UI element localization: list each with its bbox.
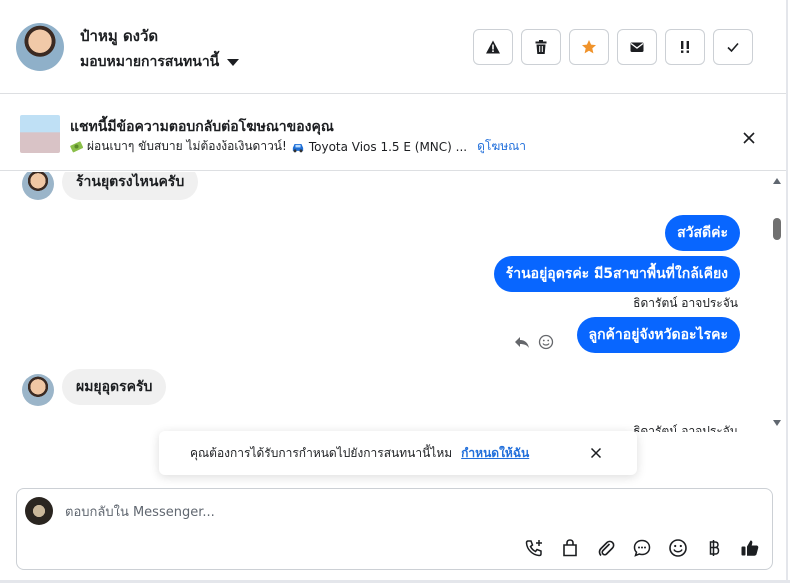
contact-avatar-small [22, 172, 54, 200]
header-actions [473, 29, 753, 65]
caret-down-icon [227, 58, 240, 66]
reply-button[interactable] [513, 333, 531, 351]
close-icon [590, 447, 602, 459]
warning-icon [486, 40, 500, 54]
reply-input[interactable] [65, 501, 745, 523]
ad-product-text: Toyota Vios 1.5 E (MNC) ... [308, 139, 468, 154]
ad-banner-subtitle: ผ่อนเบาๆ ขับสบาย ไม่ต้องง้อเงินดาวน์! To… [70, 137, 526, 156]
baht-icon [709, 540, 720, 556]
message-bubble-outgoing[interactable]: ลูกค้าอยู่จังหวัดอะไรคะ [576, 317, 740, 353]
thumbs-up-icon [741, 540, 759, 556]
view-ad-link[interactable]: ดูโฆษณา [477, 137, 526, 156]
react-button[interactable] [537, 333, 555, 351]
report-button[interactable] [473, 29, 513, 65]
close-banner-button[interactable] [738, 127, 760, 149]
assign-to-me-link[interactable]: กำหนดให้ฉัน [461, 444, 529, 463]
scroll-up-arrow[interactable] [773, 178, 781, 184]
paperclip-icon [598, 540, 615, 557]
saved-replies-button[interactable] [631, 537, 653, 559]
message-bubble-outgoing[interactable]: ร้านอยู่อุดรค่ะ มี5สาขาพื้นที่ใกล้เคียง [493, 256, 740, 292]
close-toast-button[interactable] [587, 444, 605, 462]
composer-toolbar [523, 537, 761, 559]
attach-button[interactable] [595, 537, 617, 559]
conversation-header: ป๋าหมู ดงวัด มอบหมายการสนทนานี้ [0, 0, 786, 94]
message-bubble-incoming[interactable]: ร้านยุตรงไหนครับ [62, 172, 199, 200]
assign-label: มอบหมายการสนทนานี้ [80, 54, 220, 70]
done-button[interactable] [713, 29, 753, 65]
message-actions [513, 333, 555, 351]
contact-name[interactable]: ป๋าหมู ดงวัด [80, 24, 158, 48]
shop-button[interactable] [559, 537, 581, 559]
reply-composer [16, 488, 773, 570]
follow-up-button[interactable] [665, 29, 705, 65]
checkmark-icon [727, 42, 739, 53]
delete-button[interactable] [521, 29, 561, 65]
scrollbar-thumb[interactable] [773, 218, 781, 240]
reminder-text: คุณต้องการได้รับการกำหนดไปยังการสนทนานี้… [190, 445, 453, 460]
star-button[interactable] [569, 29, 609, 65]
ad-reply-banner: แชทนี้มีข้อความตอบกลับต่อโฆษณาของคุณ ผ่อ… [0, 95, 786, 171]
message-bubble-incoming[interactable]: ผมยุอุดรครับ [62, 369, 167, 405]
chat-bubble-icon [633, 539, 651, 557]
page-avatar [25, 497, 53, 525]
message-thread[interactable]: ร้านยุตรงไหนครับ สวัสดีค่ะ ร้านอยู่อุดรค… [0, 172, 770, 432]
ad-banner-title: แชทนี้มีข้อความตอบกลับต่อโฆษณาของคุณ [70, 119, 334, 135]
assign-dropdown[interactable]: มอบหมายการสนทนานี้ [80, 51, 240, 73]
scroll-down-arrow[interactable] [773, 420, 781, 426]
smiley-icon [538, 334, 554, 350]
ad-subtitle-text: ผ่อนเบาๆ ขับสบาย ไม่ต้องง้อเงินดาวน์! [87, 139, 287, 153]
emoji-button[interactable] [667, 537, 689, 559]
window-border [786, 0, 788, 583]
message-bubble-outgoing[interactable]: สวัสดีค่ะ [665, 215, 740, 251]
exclamation-icon [681, 41, 689, 53]
sender-name: ธิดารัตน์ อาจประจัน [633, 424, 738, 432]
phone-add-icon [525, 540, 542, 557]
ad-thumbnail[interactable] [20, 115, 60, 153]
sender-name: ธิดารัตน์ อาจประจัน [633, 296, 738, 310]
envelope-icon [630, 42, 644, 52]
trash-icon [535, 40, 547, 54]
car-icon [292, 143, 303, 152]
assign-reminder-toast: คุณต้องการได้รับการกำหนดไปยังการสนทนานี้… [159, 431, 637, 475]
shopping-bag-icon [563, 539, 577, 557]
call-button[interactable] [523, 537, 545, 559]
like-button[interactable] [739, 537, 761, 559]
smiley-icon [669, 539, 687, 557]
close-icon [743, 132, 755, 144]
star-icon [582, 40, 596, 54]
reply-icon [515, 337, 529, 348]
contact-avatar[interactable] [16, 23, 64, 71]
money-bag-icon [70, 141, 83, 153]
mark-unread-button[interactable] [617, 29, 657, 65]
contact-avatar-small [22, 374, 54, 406]
payment-button[interactable] [703, 537, 725, 559]
